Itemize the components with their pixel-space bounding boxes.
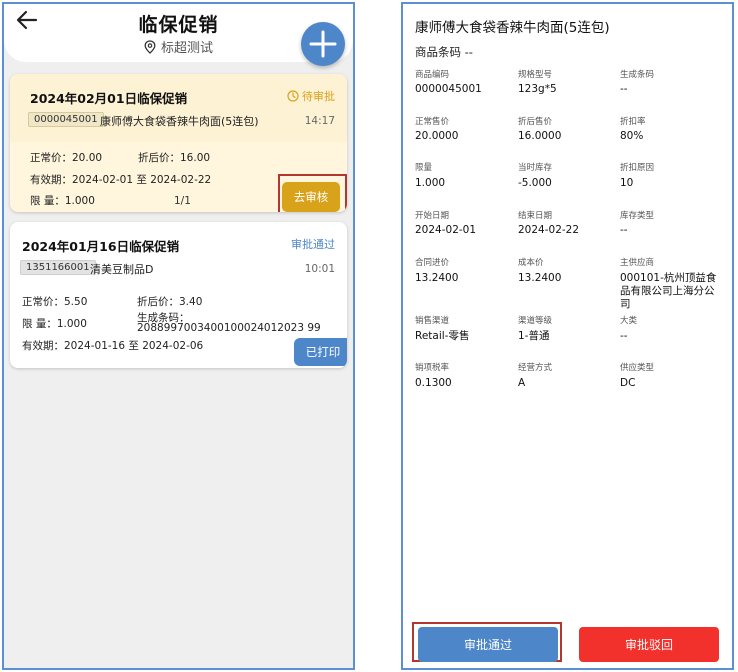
field-value: 2024-02-01 — [415, 224, 477, 236]
field-value: 0000045001 — [415, 83, 482, 95]
validity-period: 有效期：2024-01-16 至 2024-02-06 — [22, 340, 204, 352]
status-badge: 待审批 — [287, 88, 335, 104]
created-time: 14:17 — [304, 115, 335, 127]
field-label: 限量 — [415, 163, 433, 173]
product-barcode: 商品条码 -- — [415, 45, 473, 59]
field-label: 结束日期 — [518, 211, 553, 221]
clock-icon — [287, 90, 299, 102]
field-value: -- — [620, 83, 628, 95]
field-value: 16.0000 — [518, 130, 562, 142]
limit-quantity: 限 量：1.000 — [22, 318, 87, 330]
field-label: 生成条码 — [620, 70, 655, 80]
field-value: 123g*5 — [518, 83, 557, 95]
card-header — [10, 74, 347, 142]
promotion-title: 2024年02月01日临保促销 — [30, 91, 188, 106]
field-label: 折扣率 — [620, 117, 646, 127]
add-button[interactable] — [301, 22, 345, 66]
field-value: 1-普通 — [518, 330, 550, 342]
printed-button[interactable]: 已打印 — [294, 338, 347, 366]
field-label: 销售渠道 — [415, 316, 450, 326]
product-code: 0000045001 — [28, 112, 104, 127]
product-title: 康师傅大食袋香辣牛肉面(5连包) — [415, 20, 610, 36]
promotion-detail-screen: 康师傅大食袋香辣牛肉面(5连包) 商品条码 -- 商品编码 0000045001… — [401, 2, 734, 670]
field-value: 13.2400 — [415, 272, 459, 284]
created-time: 10:01 — [304, 263, 335, 275]
product-name: 康师傅大食袋香辣牛肉面(5连包) — [100, 115, 259, 128]
field-value: DC — [620, 377, 636, 389]
field-label: 主供应商 — [620, 258, 655, 268]
field-value: -5.000 — [518, 177, 552, 189]
field-label: 大类 — [620, 316, 638, 326]
promotion-list-screen: 临保促销 标超测试 2024年02月01日临保促销 待审批 0000045001… — [2, 2, 355, 670]
discount-price: 折后价：16.00 — [138, 152, 211, 164]
field-value: 80% — [620, 130, 644, 142]
barcode-value: 2088997003400100024012023 99 — [137, 322, 321, 334]
field-value: Retail-零售 — [415, 330, 470, 342]
field-value: 20.0000 — [415, 130, 459, 142]
card-header — [10, 222, 347, 290]
field-label: 库存类型 — [620, 211, 655, 221]
regular-price: 正常价：5.50 — [22, 296, 88, 308]
field-label: 折后售价 — [518, 117, 553, 127]
field-value: 2024-02-22 — [518, 224, 580, 236]
promotion-card[interactable]: 2024年01月16日临保促销 审批通过 1351166001 清美豆制品D 1… — [10, 222, 347, 368]
field-value: -- — [620, 224, 628, 236]
approve-button[interactable]: 审批通过 — [418, 627, 558, 662]
status-text: 待审批 — [302, 90, 335, 103]
field-label: 经营方式 — [518, 363, 553, 373]
reject-button[interactable]: 审批驳回 — [579, 627, 719, 662]
discount-price: 折后价：3.40 — [137, 296, 203, 308]
review-button[interactable]: 去审核 — [282, 182, 340, 212]
validity-period: 有效期：2024-02-01 至 2024-02-22 — [30, 174, 212, 186]
field-label: 当时库存 — [518, 163, 553, 173]
field-label: 商品编码 — [415, 70, 450, 80]
field-label: 规格型号 — [518, 70, 553, 80]
plus-icon — [309, 30, 337, 58]
status-badge: 审批通过 — [291, 238, 335, 251]
promotion-card[interactable]: 2024年02月01日临保促销 待审批 0000045001 康师傅大食袋香辣牛… — [10, 74, 347, 212]
field-label: 合同进价 — [415, 258, 450, 268]
regular-price: 正常价：20.00 — [30, 152, 103, 164]
field-label: 渠道等级 — [518, 316, 553, 326]
field-label: 正常售价 — [415, 117, 450, 127]
field-value: 13.2400 — [518, 272, 562, 284]
field-value: -- — [620, 330, 628, 342]
location-pin-icon — [144, 40, 156, 54]
field-label: 成本价 — [518, 258, 544, 268]
field-value: A — [518, 377, 526, 389]
field-value: 10 — [620, 177, 634, 189]
field-label: 开始日期 — [415, 211, 450, 221]
field-value: 1.000 — [415, 177, 446, 189]
field-label: 供应类型 — [620, 363, 655, 373]
page-indicator: 1/1 — [174, 195, 191, 207]
store-name: 标超测试 — [160, 41, 213, 56]
field-value: 000101-杭州顶益食品有限公司上海分公司 — [620, 272, 717, 310]
product-code: 1351166001 — [20, 260, 96, 275]
field-label: 折扣原因 — [620, 163, 655, 173]
field-value: 0.1300 — [415, 377, 452, 389]
promotion-title: 2024年01月16日临保促销 — [22, 239, 180, 254]
product-name: 清美豆制品D — [90, 263, 154, 276]
field-label: 销项税率 — [415, 363, 450, 373]
limit-quantity: 限 量：1.000 — [30, 195, 95, 207]
